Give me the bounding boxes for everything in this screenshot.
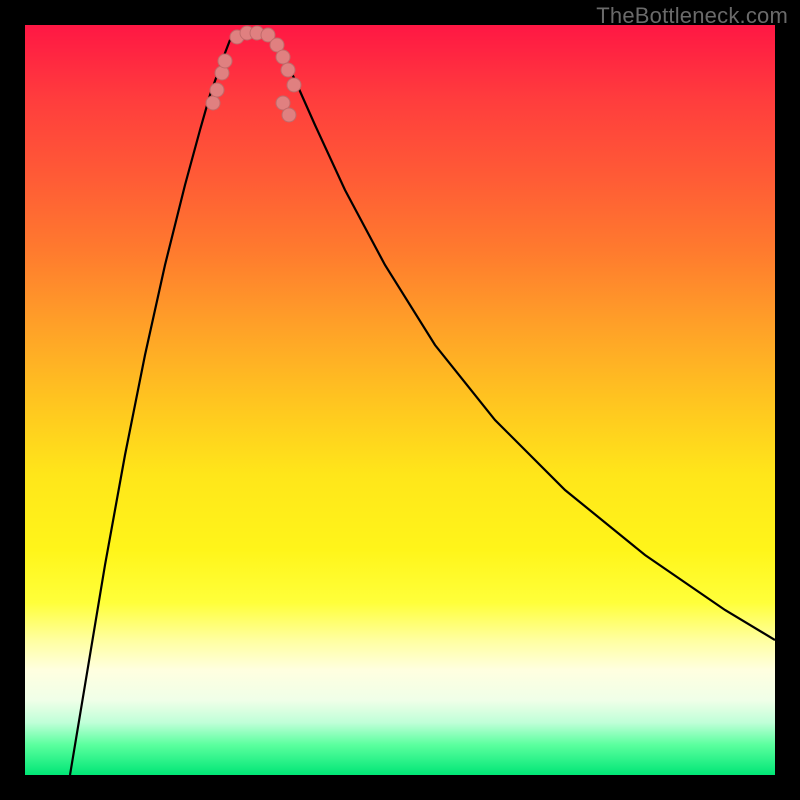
curve-group xyxy=(70,33,775,775)
data-marker xyxy=(206,96,220,110)
data-marker xyxy=(210,83,224,97)
chart-svg xyxy=(25,25,775,775)
data-marker xyxy=(287,78,301,92)
data-marker xyxy=(282,108,296,122)
chart-frame xyxy=(25,25,775,775)
marker-group xyxy=(206,26,301,122)
data-marker xyxy=(281,63,295,77)
curve-right-branch xyxy=(275,40,775,640)
data-marker xyxy=(218,54,232,68)
data-marker xyxy=(276,50,290,64)
curve-left-branch xyxy=(70,40,230,775)
